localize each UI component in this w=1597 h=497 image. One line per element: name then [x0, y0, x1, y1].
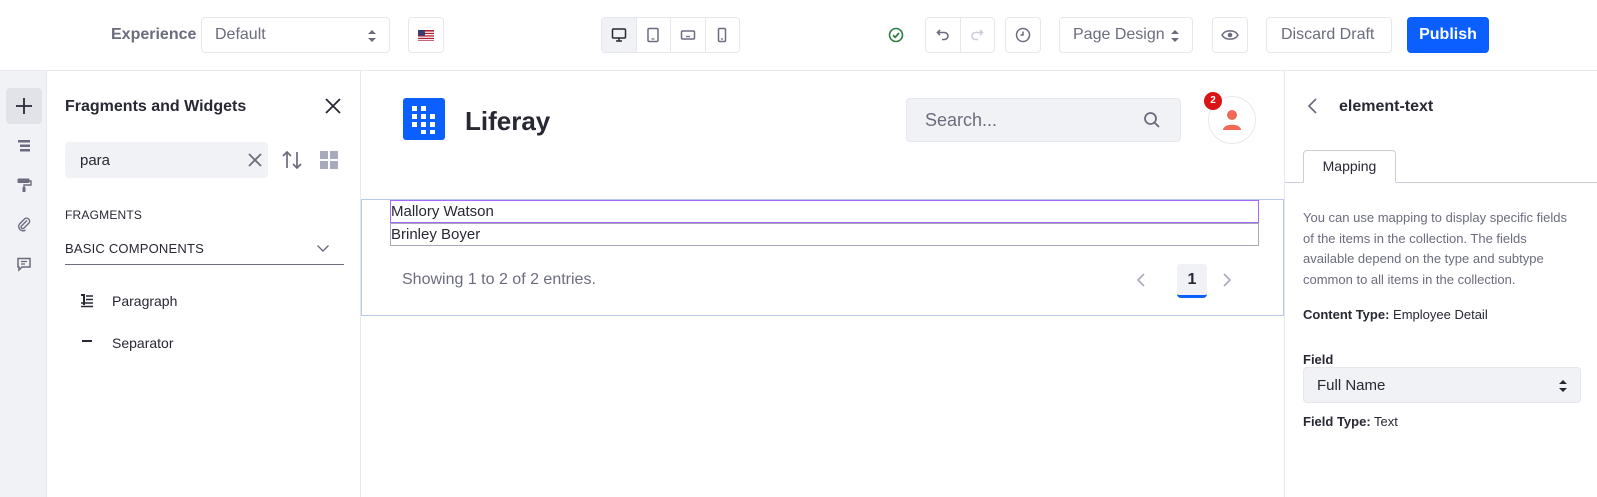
- collection-display[interactable]: Mallory Watson Brinley Boyer Showing 1 t…: [361, 199, 1284, 316]
- landscape-phone-icon: [680, 30, 695, 40]
- paint-roller-icon: [17, 178, 32, 192]
- fragment-item-label: Separator: [112, 335, 174, 351]
- check-circle-icon: [888, 27, 904, 43]
- plus-icon: [16, 98, 32, 114]
- desktop-icon: [611, 28, 626, 42]
- mapping-description: You can use mapping to display specific …: [1303, 210, 1568, 287]
- select-arrows-icon: [1559, 380, 1567, 392]
- redo-button[interactable]: [961, 18, 995, 52]
- search-input-value: para: [80, 152, 111, 169]
- chevron-left-icon[interactable]: [1133, 271, 1149, 289]
- grid-view-icon[interactable]: [318, 149, 340, 171]
- desktop-view-button[interactable]: [602, 18, 637, 52]
- comment-icon: [17, 257, 31, 272]
- user-icon: [1223, 110, 1241, 130]
- pagination-current-page[interactable]: 1: [1177, 264, 1207, 298]
- list-item[interactable]: Mallory Watson: [390, 200, 1259, 223]
- sidebar-rail: [0, 71, 47, 497]
- eye-icon: [1221, 30, 1239, 40]
- paragraph-icon: [77, 291, 97, 311]
- experience-label: Experience: [111, 26, 197, 43]
- notification-badge: 2: [1204, 92, 1222, 110]
- liferay-logo: [403, 98, 445, 140]
- view-mode-select[interactable]: Page Design: [1059, 17, 1193, 53]
- redo-icon: [971, 29, 984, 41]
- content-type-value: Employee Detail: [1393, 307, 1488, 322]
- undo-button[interactable]: [926, 18, 961, 52]
- language-selector-button[interactable]: [408, 17, 444, 53]
- basic-components-label: BASIC COMPONENTS: [65, 241, 204, 256]
- rail-style-button[interactable]: [6, 167, 42, 203]
- search-icon[interactable]: [1143, 111, 1161, 129]
- device-preview-group: [601, 17, 740, 53]
- site-search-input[interactable]: Search...: [906, 98, 1181, 142]
- tablet-view-button[interactable]: [637, 18, 671, 52]
- experience-select-value: Default: [215, 26, 266, 43]
- sort-icon[interactable]: [280, 148, 304, 172]
- content-type-label: Content Type:: [1303, 307, 1390, 322]
- undo-redo-group: [925, 17, 995, 53]
- chevron-down-icon: [317, 245, 329, 252]
- fragments-section-label: FRAGMENTS: [65, 208, 143, 222]
- top-toolbar: Experience Default Page Design Discard D…: [0, 0, 1597, 71]
- panel-title: Fragments and Widgets: [65, 98, 247, 115]
- rail-add-button[interactable]: [6, 88, 42, 124]
- rail-comments-button[interactable]: [6, 246, 42, 282]
- chevron-right-icon[interactable]: [1219, 271, 1235, 289]
- fragments-panel: Fragments and Widgets para FRAGMENTS BAS…: [47, 71, 361, 497]
- content-type-row: Content Type: Employee Detail: [1303, 307, 1488, 322]
- field-type-label: Field Type:: [1303, 414, 1371, 429]
- preview-button[interactable]: [1212, 17, 1248, 53]
- configuration-panel: element-text Mapping You can use mapping…: [1284, 71, 1597, 497]
- clear-search-icon[interactable]: [245, 150, 265, 170]
- tab-mapping[interactable]: Mapping: [1303, 150, 1396, 183]
- rail-page-structure-button[interactable]: [6, 128, 42, 164]
- separator-icon: [77, 333, 97, 353]
- select-arrows-icon: [1171, 30, 1179, 42]
- history-button[interactable]: [1005, 17, 1041, 53]
- discard-draft-button[interactable]: Discard Draft: [1266, 17, 1392, 53]
- experience-select[interactable]: Default: [201, 17, 390, 53]
- landscape-phone-view-button[interactable]: [671, 18, 706, 52]
- page-structure-icon: [18, 140, 30, 152]
- entries-summary: Showing 1 to 2 of 2 entries.: [402, 271, 596, 288]
- field-type-row: Field Type: Text: [1303, 414, 1398, 429]
- field-select[interactable]: Full Name: [1303, 367, 1581, 403]
- field-type-value: Text: [1374, 414, 1398, 429]
- panel-title: element-text: [1339, 98, 1434, 115]
- site-name: Liferay: [465, 106, 551, 136]
- publish-button[interactable]: Publish: [1407, 17, 1489, 53]
- chevron-left-icon[interactable]: [1305, 96, 1321, 116]
- undo-icon: [936, 29, 949, 41]
- page-canvas: Liferay Search... 2 Mallory Watson Brinl…: [361, 71, 1284, 497]
- list-item[interactable]: Brinley Boyer: [390, 223, 1259, 246]
- view-mode-value: Page Design: [1073, 26, 1165, 43]
- tablet-icon: [647, 27, 659, 43]
- close-icon[interactable]: [323, 96, 343, 116]
- fragment-item-paragraph[interactable]: Paragraph: [77, 286, 177, 316]
- fragment-item-label: Paragraph: [112, 293, 178, 309]
- basic-components-collapse[interactable]: BASIC COMPONENTS: [65, 231, 344, 265]
- us-flag-icon: [418, 29, 434, 41]
- fragment-item-separator[interactable]: Separator: [77, 328, 173, 358]
- liferay-logo-icon: [412, 106, 435, 134]
- select-arrows-icon: [368, 30, 376, 42]
- paperclip-icon: [18, 217, 31, 232]
- field-label: Field: [1303, 352, 1334, 367]
- portrait-phone-view-button[interactable]: [706, 18, 740, 52]
- rail-mapping-button[interactable]: [6, 206, 42, 242]
- portrait-phone-icon: [718, 27, 727, 43]
- fragments-search-input[interactable]: para: [65, 142, 268, 178]
- field-select-value: Full Name: [1317, 377, 1386, 394]
- clock-icon: [1015, 27, 1031, 43]
